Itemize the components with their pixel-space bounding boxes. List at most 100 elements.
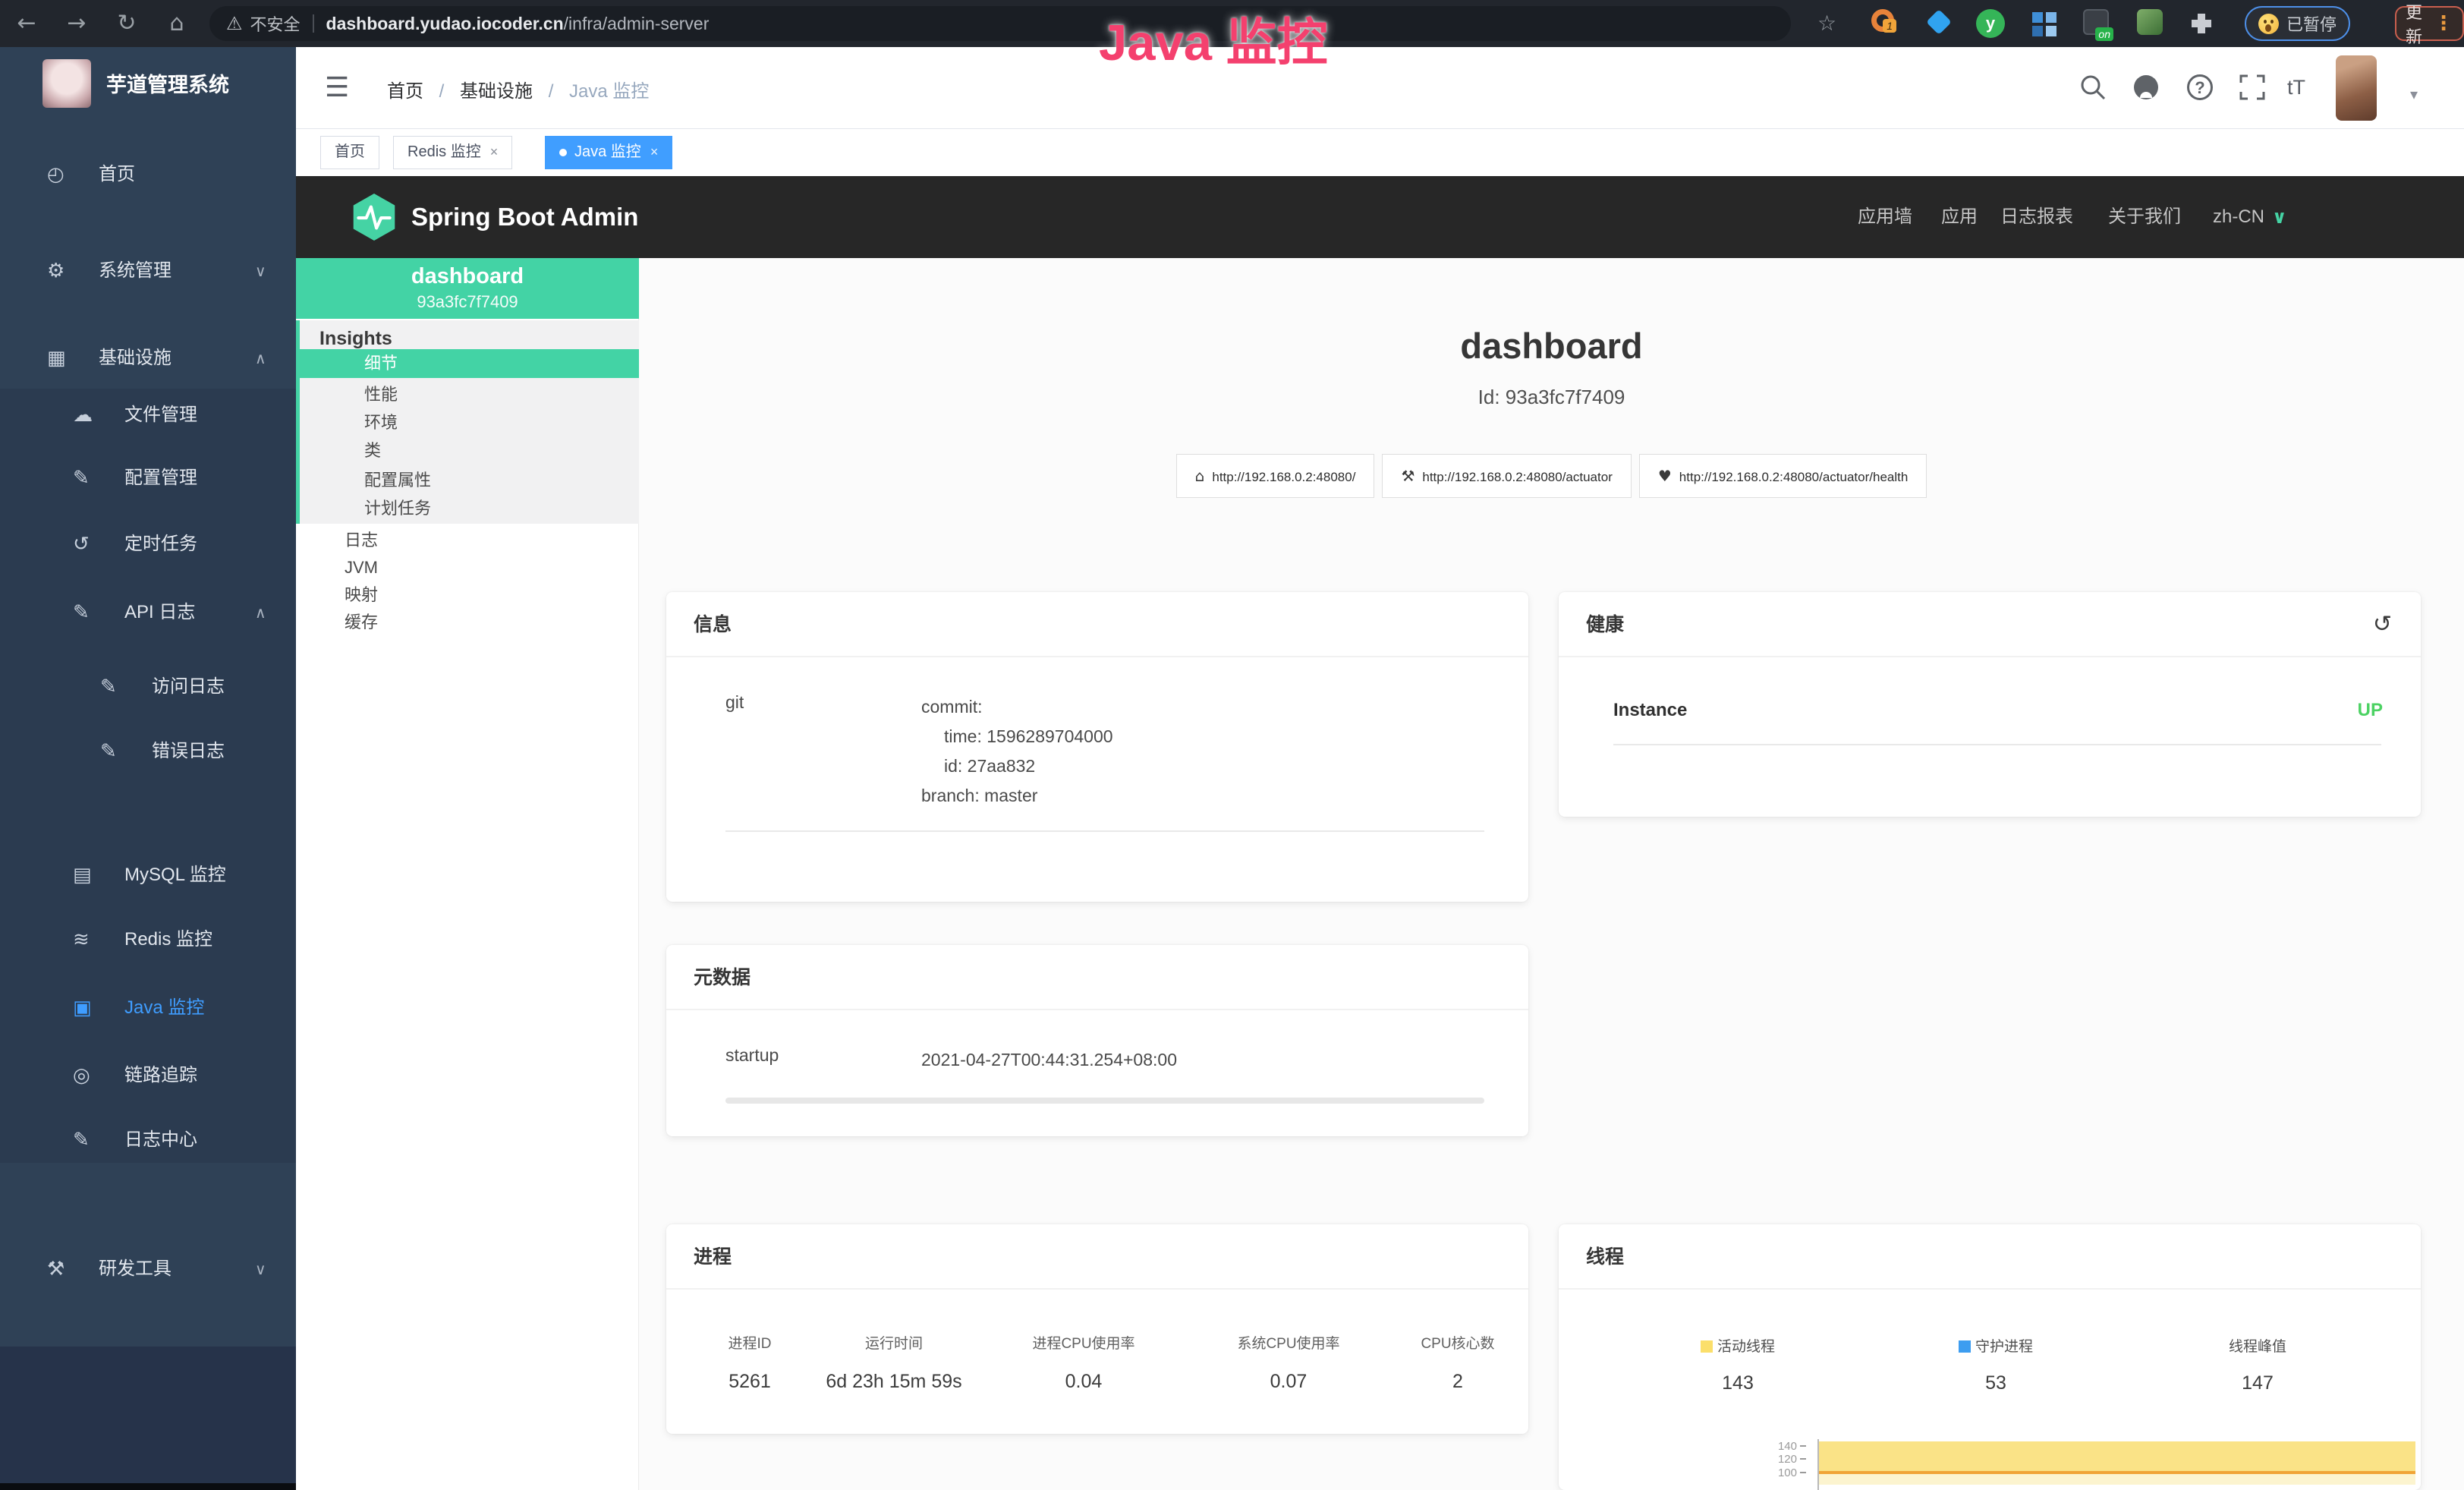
sidebar-item-system-management[interactable]: ⚙ 系统管理 ∨ [0,253,296,289]
legend-daemon-threads[interactable]: 守护进程 53 [1897,1335,2094,1394]
bookmark-star-icon[interactable]: ☆ [1817,0,1836,47]
close-icon[interactable]: × [490,144,499,159]
close-icon[interactable]: × [650,144,659,159]
divider-scrollbar[interactable] [725,1098,1484,1104]
instance-item-caches[interactable]: 缓存 [296,607,639,638]
chevron-down-icon[interactable]: ∨ [2272,176,2287,258]
sidebar-item-log-center[interactable]: ✎ 日志中心 [0,1122,296,1158]
insights-item-classes[interactable]: 类 [300,436,639,465]
actuator-url-button[interactable]: ⚒http://192.168.0.2:48080/actuator [1382,454,1631,498]
service-url: http://192.168.0.2:48080/ [1212,470,1355,484]
sba-language-select[interactable]: zh-CN [2213,176,2264,258]
tab-home[interactable]: 首页 [320,136,379,169]
insights-item-config-props[interactable]: 配置属性 [300,466,639,494]
metadata-value: 2021-04-27T00:44:31.254+08:00 [921,1045,1177,1075]
git-branch-line: branch: master [921,781,1113,811]
github-icon[interactable] [2131,72,2164,106]
legend-live-threads[interactable]: 活动线程 143 [1639,1335,1836,1394]
extension-green-icon[interactable]: y [1976,9,2005,38]
page-title: dashboard [639,325,2464,367]
extension-on-badge: on [2095,27,2113,41]
extension-pin-icon[interactable] [1926,9,1952,35]
database-icon: ▤ [73,857,92,893]
log-icon: ✎ [100,669,117,705]
avatar[interactable] [2336,55,2377,121]
fullscreen-icon[interactable] [2237,72,2270,106]
update-label: 更新 [2406,0,2426,48]
instance-id-line: Id: 93a3fc7f7409 [639,386,2464,409]
extension-grid-icon[interactable] [2032,12,2043,23]
browser-home-icon[interactable]: ⌂ [159,0,194,47]
legend-square-yellow-icon [1701,1340,1713,1353]
chevron-up-icon: ∧ [255,340,266,376]
sba-nav-applications[interactable]: 应用 [1941,176,1978,258]
instance-name: dashboard [296,258,639,289]
app-logo-row[interactable]: 芋道管理系统 [0,58,296,118]
sidebar-item-redis-monitor[interactable]: ≋ Redis 监控 [0,921,296,958]
browser-back-icon[interactable]: ← [9,0,44,47]
sidebar-item-access-logs[interactable]: ✎ 访问日志 [0,669,296,705]
breadcrumb-item[interactable]: 基础设施 [460,81,533,102]
search-icon[interactable] [2078,72,2111,106]
extension-orange-icon[interactable]: 1 [1871,9,1894,32]
sidebar-item-label: 研发工具 [99,1251,172,1287]
browser-update-menu-button[interactable]: 更新 ⋮ [2395,6,2464,41]
sidebar-collapse-icon[interactable]: ☰ [325,72,349,103]
sidebar-item-mysql-monitor[interactable]: ▤ MySQL 监控 [0,857,296,893]
extension-leaf-icon[interactable] [2137,9,2163,35]
sba-brand-title[interactable]: Spring Boot Admin [411,176,638,258]
heart-icon: ♥ [1658,467,1672,485]
text-size-icon[interactable]: tT [2287,76,2321,109]
sba-nav-wallboard[interactable]: 应用墙 [1858,176,1912,258]
info-key: git [725,692,921,811]
instance-item-logs[interactable]: 日志 [296,525,639,556]
insights-item-scheduled-tasks[interactable]: 计划任务 [300,494,639,522]
sidebar-item-scheduled-tasks[interactable]: ↺ 定时任务 [0,526,296,562]
instance-item-mappings[interactable]: 映射 [296,580,639,610]
insights-item-performance[interactable]: 性能 [300,380,639,408]
sidebar-item-label: 链路追踪 [124,1057,197,1094]
sidebar-item-api-logs[interactable]: ✎ API 日志 ∧ [0,594,296,631]
avatar-caret-icon[interactable]: ▾ [2410,85,2418,103]
app-title: 芋道管理系统 [106,68,229,98]
sba-nav-about[interactable]: 关于我们 [2108,176,2181,258]
health-url-button[interactable]: ♥http://192.168.0.2:48080/actuator/healt… [1639,454,1927,498]
tab-java-monitor[interactable]: Java 监控× [545,136,672,169]
tab-redis-monitor[interactable]: Redis 监控× [393,136,512,169]
edit-icon: ✎ [73,460,90,496]
sba-nav-log-report[interactable]: 日志报表 [2000,176,2073,258]
insights-item-details[interactable]: 细节 [300,349,639,378]
address-bar[interactable]: ⚠ 不安全 dashboard.yudao.iocoder.cn /infra/… [209,6,1791,41]
sidebar-item-label: 访问日志 [152,669,225,705]
screen-icon: ▣ [73,990,92,1026]
not-secure-label: 不安全 [250,11,301,36]
sba-header: Spring Boot Admin 应用墙 应用 日志报表 关于我们 zh-CN… [296,176,2464,258]
sidebar-item-java-monitor[interactable]: ▣ Java 监控 [0,990,296,1026]
sidebar-item-home[interactable]: ◴ 首页 [0,156,296,193]
help-icon[interactable]: ? [2187,74,2220,108]
sidebar-item-dev-tools[interactable]: ⚒ 研发工具 ∨ [0,1251,296,1287]
service-url-button[interactable]: ⌂http://192.168.0.2:48080/ [1176,454,1375,498]
open-tabs-bar: 首页 Redis 监控× Java 监控× [296,129,2464,176]
paused-badge[interactable]: 已暂停 [2245,6,2350,41]
extensions-puzzle-icon[interactable] [2189,11,2214,40]
gauge-icon: ◴ [47,156,65,193]
sidebar-item-config-management[interactable]: ✎ 配置管理 [0,460,296,496]
timer-icon: ↺ [73,526,90,562]
insights-item-environment[interactable]: 环境 [300,408,639,436]
sidebar-item-file-management[interactable]: ☁ 文件管理 [0,397,296,433]
sidebar-item-infrastructure[interactable]: ▦ 基础设施 ∧ [0,340,296,376]
legend-peak-threads[interactable]: 线程峰值 147 [2159,1335,2356,1394]
y-axis-tick: 100 [1741,1466,1806,1479]
sidebar-item-trace[interactable]: ◎ 链路追踪 [0,1057,296,1094]
extension-list-icon[interactable]: on [2083,9,2109,35]
browser-reload-icon[interactable]: ↻ [109,0,144,47]
instance-item-jvm[interactable]: JVM [296,553,639,583]
breadcrumb-item[interactable]: 首页 [387,81,423,102]
instance-header[interactable]: dashboard 93a3fc7f7409 [296,258,639,319]
metadata-key: startup [725,1045,921,1075]
kebab-menu-icon: ⋮ [2434,12,2453,35]
browser-forward-icon[interactable]: → [59,0,94,47]
history-icon[interactable]: ↺ [2373,592,2392,657]
sidebar-item-error-logs[interactable]: ✎ 错误日志 [0,733,296,770]
